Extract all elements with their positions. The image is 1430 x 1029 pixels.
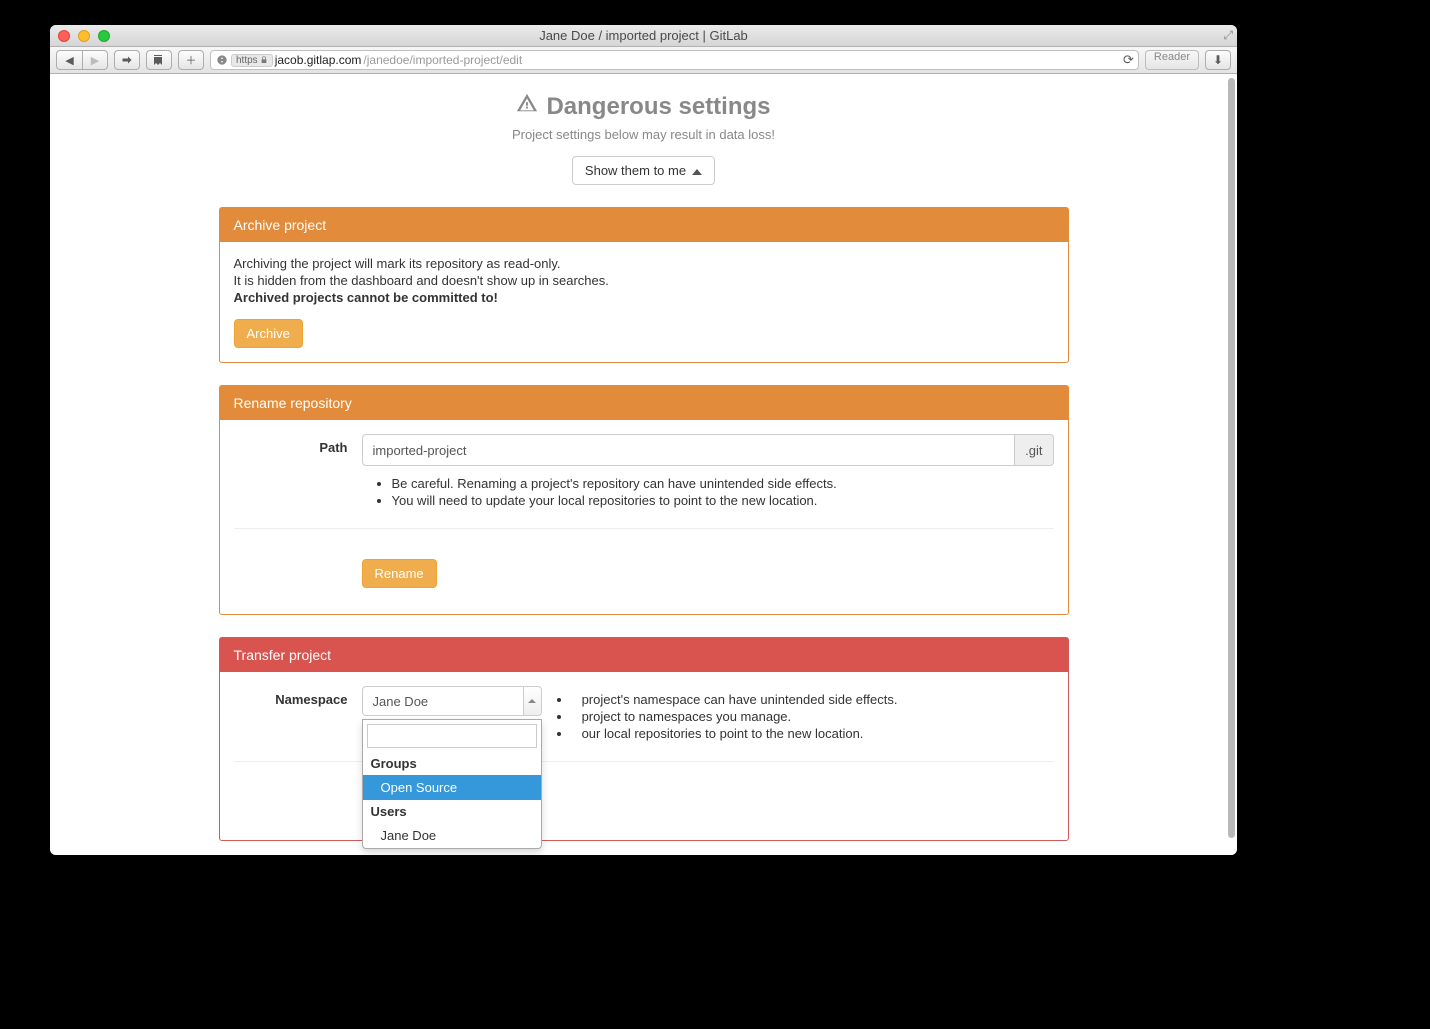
archive-note-3: Archived projects cannot be committed to… — [234, 290, 498, 305]
reader-button[interactable]: Reader — [1145, 50, 1199, 70]
dropdown-search-wrap — [363, 720, 541, 752]
danger-header: Dangerous settings Project settings belo… — [219, 92, 1069, 185]
transfer-note-1-visible: project's namespace can have unintended … — [582, 692, 898, 707]
dropdown-group-header-groups: Groups — [363, 752, 541, 775]
transfer-note-2-visible: project to namespaces you manage. — [582, 709, 792, 724]
url-path: /janedoe/imported-project/edit — [363, 53, 522, 67]
browser-toolbar: ◀ ▶ ＋ https jacob.gitlap.com/janedoe/imp… — [50, 47, 1237, 74]
reload-button[interactable] — [1123, 52, 1134, 68]
rename-note-2: You will need to update your local repos… — [392, 493, 1054, 508]
titlebar: Jane Doe / imported project | GitLab ⤢ — [50, 25, 1237, 47]
forward-button[interactable]: ▶ — [82, 50, 108, 70]
page-viewport[interactable]: Dangerous settings Project settings belo… — [50, 74, 1237, 855]
archive-note-2: It is hidden from the dashboard and does… — [234, 273, 1054, 288]
namespace-selected: Jane Doe — [363, 694, 523, 709]
dropdown-item-open-source[interactable]: Open Source — [363, 775, 541, 800]
archive-button[interactable]: Archive — [234, 319, 303, 348]
add-button[interactable]: ＋ — [178, 50, 204, 70]
url-host: jacob.gitlap.com — [275, 53, 362, 67]
dropdown-search-input[interactable] — [367, 724, 537, 748]
rename-panel-body: Path .git Be careful. Renaming a project… — [220, 420, 1068, 614]
archive-panel-body: Archiving the project will mark its repo… — [220, 242, 1068, 362]
browser-window: Jane Doe / imported project | GitLab ⤢ ◀… — [50, 25, 1237, 855]
divider — [234, 528, 1054, 529]
danger-heading-text: Dangerous settings — [546, 93, 770, 121]
rename-panel-heading: Rename repository — [220, 386, 1068, 420]
dropdown-item-jane-doe[interactable]: Jane Doe — [363, 823, 541, 848]
danger-heading: Dangerous settings — [516, 92, 770, 121]
reader-list-icon[interactable] — [215, 53, 229, 67]
rename-note-1: Be careful. Renaming a project's reposit… — [392, 476, 1054, 491]
namespace-label: Namespace — [234, 686, 362, 707]
bookmarks-button[interactable] — [146, 50, 172, 70]
rename-button[interactable]: Rename — [362, 559, 437, 588]
page-content: Dangerous settings Project settings belo… — [219, 74, 1069, 841]
back-button[interactable]: ◀ — [56, 50, 82, 70]
warning-icon — [516, 92, 538, 121]
share-button[interactable] — [114, 50, 140, 70]
share-icon — [121, 54, 133, 66]
select-arrow-icon — [523, 687, 541, 715]
chevron-up-icon — [692, 163, 702, 178]
download-icon — [1213, 53, 1223, 67]
git-extension-addon: .git — [1015, 434, 1053, 466]
transfer-panel: Transfer project Namespace Jane Doe — [219, 637, 1069, 841]
divider — [234, 761, 1054, 762]
https-badge: https — [231, 54, 273, 67]
archive-note-1: Archiving the project will mark its repo… — [234, 256, 1054, 271]
downloads-button[interactable] — [1205, 50, 1231, 70]
scrollbar[interactable] — [1228, 74, 1235, 855]
namespace-dropdown: Groups Open Source Users Jane Doe — [362, 719, 542, 849]
transfer-note-3-visible: our local repositories to point to the n… — [582, 726, 864, 741]
window-title: Jane Doe / imported project | GitLab — [50, 28, 1237, 43]
path-label: Path — [234, 434, 362, 455]
show-button-label: Show them to me — [585, 163, 686, 178]
archive-panel: Archive project Archiving the project wi… — [219, 207, 1069, 363]
url-bar[interactable]: https jacob.gitlap.com/janedoe/imported-… — [210, 50, 1139, 70]
transfer-panel-heading: Transfer project — [220, 638, 1068, 672]
danger-subtext: Project settings below may result in dat… — [219, 127, 1069, 142]
fullscreen-icon[interactable]: ⤢ — [1223, 28, 1233, 43]
scrollbar-thumb[interactable] — [1228, 78, 1235, 838]
dropdown-group-header-users: Users — [363, 800, 541, 823]
namespace-select[interactable]: Jane Doe Groups Open Source — [362, 686, 542, 716]
show-dangerous-button[interactable]: Show them to me — [572, 156, 715, 185]
lock-icon — [260, 56, 268, 64]
archive-panel-heading: Archive project — [220, 208, 1068, 242]
path-input[interactable] — [362, 434, 1016, 466]
transfer-panel-body: Namespace Jane Doe — [220, 672, 1068, 840]
rename-panel: Rename repository Path .git Be careful. … — [219, 385, 1069, 615]
lock-open-icon — [153, 54, 165, 66]
